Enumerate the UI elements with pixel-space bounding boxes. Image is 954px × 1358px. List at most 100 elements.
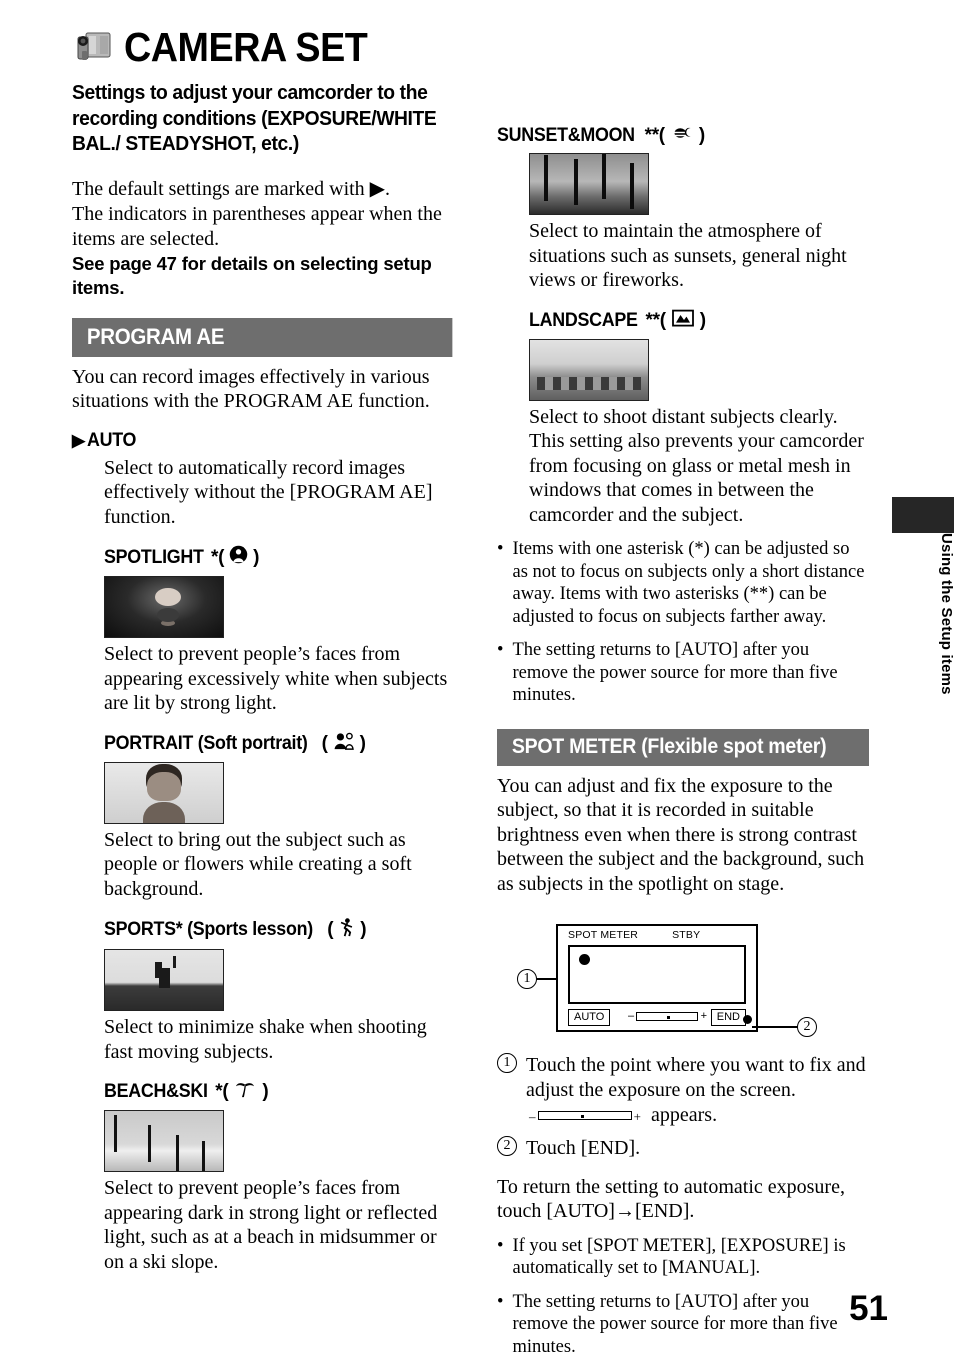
- mode-sunsetmoon-description: Select to maintain the atmosphere of sit…: [529, 219, 869, 293]
- exposure-bar-icon: – +: [529, 1109, 641, 1122]
- callout-1: 1: [517, 969, 537, 989]
- mode-spotlight-label: SPOTLIGHT: [104, 547, 204, 569]
- mode-beachski-description: Select to prevent people’s faces from ap…: [104, 1176, 452, 1274]
- mode-landscape-suffix: **(: [646, 310, 666, 332]
- bullet-dot-icon: •: [497, 639, 503, 707]
- camcorder-icon: [72, 27, 116, 67]
- thumbnail-sunsetmoon: [529, 153, 649, 215]
- slider-plus-icon: +: [701, 1012, 707, 1021]
- bullet-dot-icon: •: [497, 538, 503, 628]
- mode-spotlight-close: ): [253, 547, 259, 569]
- mode-auto-label: AUTO: [87, 430, 136, 452]
- note-spot-meter-manual: • If you set [SPOT METER], [EXPOSURE] is…: [497, 1235, 869, 1280]
- step-1-number: 1: [497, 1053, 517, 1073]
- mode-portrait-label: PORTRAIT (Soft portrait): [104, 733, 308, 755]
- spot-point-marker-icon: [579, 954, 590, 965]
- mini-slider-thumb: [581, 1115, 584, 1118]
- note-spot-meter-reset: • The setting returns to [AUTO] after yo…: [497, 1291, 869, 1358]
- mode-sports-heading: SPORTS* (Sports lesson) ( ): [104, 917, 452, 943]
- lcd-mode-label: SPOT METER: [568, 929, 638, 941]
- intro-line-1: The default settings are marked with ▶.: [72, 177, 452, 202]
- left-column: CAMERA SET Settings to adjust your camco…: [72, 0, 452, 1274]
- thumbnail-portrait: [104, 762, 224, 824]
- mode-auto-heading: ▶ AUTO: [72, 430, 452, 452]
- thumbnail-sports: [104, 949, 224, 1011]
- section-header-spot-meter: SPOT METER (Flexible spot meter): [497, 729, 869, 766]
- default-marker-icon: ▶: [72, 431, 85, 451]
- appears-row: – + appears.: [529, 1104, 869, 1127]
- mode-sports-label: SPORTS* (Sports lesson): [104, 919, 313, 941]
- note-spot-meter-reset-text: The setting returns to [AUTO] after you …: [512, 1291, 869, 1358]
- page-number: 51: [849, 1289, 888, 1329]
- callout-2-leader-line: [752, 1026, 798, 1028]
- bullet-dot-icon: •: [497, 1291, 503, 1358]
- mode-beachski-close: ): [262, 1081, 268, 1103]
- mode-sunsetmoon-suffix: **(: [645, 125, 665, 147]
- intro-line-2: The indicators in parentheses appear whe…: [72, 202, 452, 252]
- right-column: SUNSET&MOON **( ) Select to maintain the…: [497, 0, 869, 1358]
- return-to-auto-text: To return the setting to automatic expos…: [497, 1175, 869, 1224]
- mode-portrait-heading: PORTRAIT (Soft portrait) ( ): [104, 732, 452, 756]
- mode-portrait-suffix: (: [322, 733, 328, 755]
- mode-beachski-label: BEACH&SKI: [104, 1081, 208, 1103]
- lcd-stby-label: STBY: [672, 929, 700, 941]
- spotlight-person-icon: [229, 545, 248, 570]
- mini-slider-minus-icon: –: [529, 1109, 536, 1125]
- lcd-exposure-slider[interactable]: – +: [628, 1011, 706, 1022]
- side-tab-block: [892, 497, 954, 533]
- sunset-moon-icon: [671, 125, 693, 147]
- mountain-landscape-icon: [672, 309, 694, 333]
- intro-text: The default settings are marked with ▶. …: [72, 177, 452, 252]
- step-2-text: Touch [END].: [526, 1136, 640, 1161]
- step-2: 2 Touch [END].: [497, 1136, 869, 1161]
- mode-sunsetmoon-label: SUNSET&MOON: [497, 125, 635, 147]
- mode-sports-close: ): [360, 919, 366, 941]
- mode-auto-description: Select to automatically record images ef…: [104, 456, 452, 530]
- lcd-status-row: SPOT METER STBY: [568, 929, 748, 941]
- thumbnail-spotlight: [104, 576, 224, 638]
- mode-portrait-close: ): [360, 733, 366, 755]
- page-subtitle: Settings to adjust your camcorder to the…: [72, 80, 451, 157]
- page-title: CAMERA SET: [124, 26, 367, 68]
- lcd-screen: SPOT METER STBY AUTO – + END: [556, 924, 758, 1032]
- mode-sports-suffix: (: [327, 919, 333, 941]
- mode-beachski-suffix: *(: [215, 1081, 228, 1103]
- mode-portrait-description: Select to bring out the subject such as …: [104, 828, 452, 902]
- lcd-end-button[interactable]: END: [711, 1009, 746, 1026]
- end-touch-marker-icon: [743, 1015, 752, 1024]
- palm-tree-icon: [234, 1080, 256, 1104]
- mode-spotlight-description: Select to prevent people’s faces from ap…: [104, 642, 452, 716]
- page-title-row: CAMERA SET: [72, 26, 452, 68]
- mode-landscape-heading: LANDSCAPE **( ): [529, 309, 869, 333]
- mini-slider-bar: [538, 1111, 632, 1120]
- callout-2: 2: [797, 1017, 817, 1037]
- mode-landscape-close: ): [700, 310, 706, 332]
- mini-slider-plus-icon: +: [634, 1109, 641, 1125]
- note-auto-reset: • The setting returns to [AUTO] after yo…: [497, 639, 869, 707]
- bullet-dot-icon: •: [497, 1235, 503, 1280]
- thumbnail-landscape: [529, 339, 649, 401]
- mode-spotlight-heading: SPOTLIGHT *( ): [104, 545, 452, 570]
- appears-label: appears.: [651, 1104, 717, 1127]
- soft-portrait-icon: [333, 732, 355, 756]
- spot-meter-description: You can adjust and fix the exposure to t…: [497, 774, 869, 897]
- running-person-icon: [338, 917, 355, 943]
- lcd-auto-button[interactable]: AUTO: [568, 1009, 610, 1026]
- manual-page: CAMERA SET Settings to adjust your camco…: [0, 0, 954, 1357]
- mode-sports-description: Select to minimize shake when shooting f…: [104, 1015, 452, 1064]
- step-1-text: Touch the point where you want to fix an…: [526, 1053, 869, 1102]
- section-header-program-ae: PROGRAM AE: [72, 318, 452, 357]
- side-tab-label: Using the Setup items: [915, 533, 954, 695]
- mode-spotlight-suffix: *(: [211, 547, 224, 569]
- note-spot-meter-manual-text: If you set [SPOT METER], [EXPOSURE] is a…: [512, 1235, 869, 1280]
- mode-beachski-heading: BEACH&SKI *( ): [104, 1080, 452, 1104]
- step-2-number: 2: [497, 1136, 517, 1156]
- intro-bold-note: See page 47 for details on selecting set…: [72, 252, 452, 300]
- slider-minus-icon: –: [628, 1012, 634, 1021]
- note-asterisks-text: Items with one asterisk (*) can be adjus…: [512, 538, 869, 628]
- mode-landscape-description: Select to shoot distant subjects clearly…: [529, 405, 869, 528]
- thumbnail-beachski: [104, 1110, 224, 1172]
- lcd-touch-area[interactable]: [568, 945, 746, 1004]
- spot-meter-diagram: 1 SPOT METER STBY AUTO – + END: [497, 916, 869, 1044]
- step-1: 1 Touch the point where you want to fix …: [497, 1053, 869, 1102]
